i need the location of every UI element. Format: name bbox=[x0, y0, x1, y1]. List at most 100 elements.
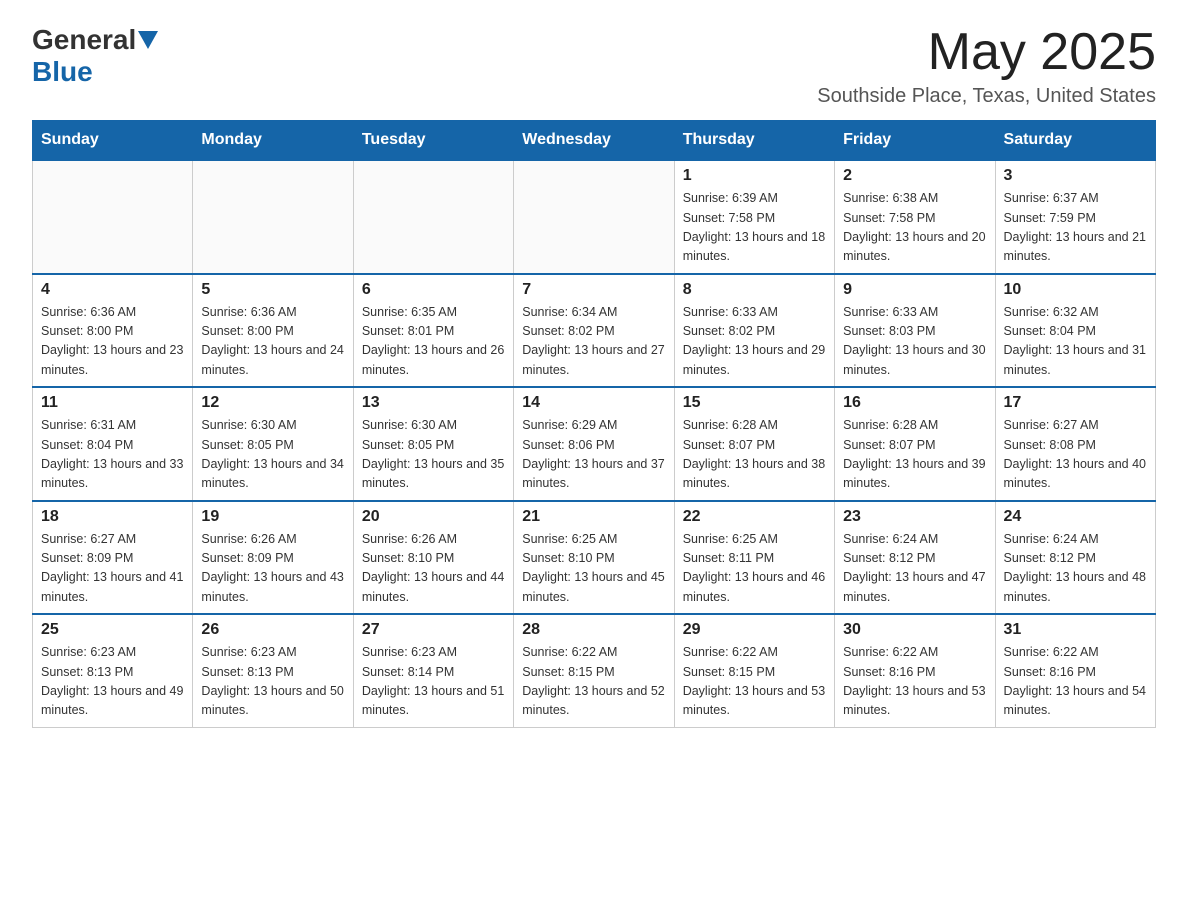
calendar-table: SundayMondayTuesdayWednesdayThursdayFrid… bbox=[32, 120, 1156, 728]
page-header: General Blue May 2025 Southside Place, T… bbox=[32, 24, 1156, 108]
calendar-cell: 27 Sunrise: 6:23 AMSunset: 8:14 PMDayligh… bbox=[353, 614, 513, 727]
calendar-cell: 17Sunrise: 6:27 AMSunset: 8:08 PMDayligh… bbox=[995, 387, 1155, 501]
day-info: Sunrise: 6:34 AMSunset: 8:02 PMDaylight:… bbox=[522, 303, 665, 381]
calendar-cell: 11Sunrise: 6:31 AMSunset: 8:04 PMDayligh… bbox=[33, 387, 193, 501]
day-number: 31 bbox=[1004, 621, 1147, 639]
calendar-cell: 25Sunrise: 6:23 AMSunset: 8:13 PMDayligh… bbox=[33, 614, 193, 727]
day-number: 13 bbox=[362, 394, 505, 412]
day-number: 20 bbox=[362, 508, 505, 526]
day-number: 9 bbox=[843, 281, 986, 299]
day-number: 2 bbox=[843, 167, 986, 185]
calendar-cell: 14 Sunrise: 6:29 AMSunset: 8:06 PMDayligh… bbox=[514, 387, 674, 501]
day-number: 18 bbox=[41, 508, 184, 526]
calendar-cell: 16 Sunrise: 6:28 AMSunset: 8:07 PMDayligh… bbox=[835, 387, 995, 501]
calendar-cell: 21Sunrise: 6:25 AMSunset: 8:10 PMDayligh… bbox=[514, 501, 674, 615]
day-number: 15 bbox=[683, 394, 826, 412]
calendar-cell: 19 Sunrise: 6:26 AMSunset: 8:09 PMDayligh… bbox=[193, 501, 353, 615]
day-info: Sunrise: 6:39 AMSunset: 7:58 PMDaylight:… bbox=[683, 189, 826, 267]
title-block: May 2025 Southside Place, Texas, United … bbox=[817, 24, 1156, 108]
day-info: Sunrise: 6:35 AMSunset: 8:01 PMDaylight:… bbox=[362, 303, 505, 381]
calendar-cell: 15Sunrise: 6:28 AMSunset: 8:07 PMDayligh… bbox=[674, 387, 834, 501]
calendar-cell: 31 Sunrise: 6:22 AMSunset: 8:16 PMDayligh… bbox=[995, 614, 1155, 727]
month-year-title: May 2025 bbox=[817, 24, 1156, 81]
calendar-cell: 22Sunrise: 6:25 AMSunset: 8:11 PMDayligh… bbox=[674, 501, 834, 615]
day-number: 21 bbox=[522, 508, 665, 526]
calendar-cell: 3 Sunrise: 6:37 AMSunset: 7:59 PMDaylight… bbox=[995, 160, 1155, 274]
calendar-cell bbox=[193, 160, 353, 274]
day-number: 6 bbox=[362, 281, 505, 299]
calendar-cell: 9 Sunrise: 6:33 AMSunset: 8:03 PMDaylight… bbox=[835, 274, 995, 388]
calendar-cell: 4 Sunrise: 6:36 AMSunset: 8:00 PMDaylight… bbox=[33, 274, 193, 388]
day-info: Sunrise: 6:26 AMSunset: 8:10 PMDaylight:… bbox=[362, 530, 505, 608]
day-info: Sunrise: 6:26 AMSunset: 8:09 PMDaylight:… bbox=[201, 530, 344, 608]
calendar-cell: 13 Sunrise: 6:30 AMSunset: 8:05 PMDayligh… bbox=[353, 387, 513, 501]
day-number: 14 bbox=[522, 394, 665, 412]
day-info: Sunrise: 6:29 AMSunset: 8:06 PMDaylight:… bbox=[522, 416, 665, 494]
day-number: 26 bbox=[201, 621, 344, 639]
day-number: 5 bbox=[201, 281, 344, 299]
calendar-cell: 30 Sunrise: 6:22 AMSunset: 8:16 PMDayligh… bbox=[835, 614, 995, 727]
day-info: Sunrise: 6:27 AMSunset: 8:09 PMDaylight:… bbox=[41, 530, 184, 608]
calendar-cell: 12Sunrise: 6:30 AMSunset: 8:05 PMDayligh… bbox=[193, 387, 353, 501]
day-info: Sunrise: 6:22 AMSunset: 8:16 PMDaylight:… bbox=[1004, 643, 1147, 721]
day-info: Sunrise: 6:22 AMSunset: 8:16 PMDaylight:… bbox=[843, 643, 986, 721]
day-info: Sunrise: 6:24 AMSunset: 8:12 PMDaylight:… bbox=[1004, 530, 1147, 608]
day-info: Sunrise: 6:37 AMSunset: 7:59 PMDaylight:… bbox=[1004, 189, 1147, 267]
day-info: Sunrise: 6:28 AMSunset: 8:07 PMDaylight:… bbox=[843, 416, 986, 494]
calendar-header-friday: Friday bbox=[835, 121, 995, 161]
calendar-week-row: 4 Sunrise: 6:36 AMSunset: 8:00 PMDaylight… bbox=[33, 274, 1156, 388]
logo-general-text: General bbox=[32, 24, 136, 56]
day-info: Sunrise: 6:32 AMSunset: 8:04 PMDaylight:… bbox=[1004, 303, 1147, 381]
day-number: 1 bbox=[683, 167, 826, 185]
day-info: Sunrise: 6:23 AMSunset: 8:13 PMDaylight:… bbox=[41, 643, 184, 721]
calendar-cell bbox=[514, 160, 674, 274]
day-info: Sunrise: 6:23 AMSunset: 8:13 PMDaylight:… bbox=[201, 643, 344, 721]
calendar-cell: 8Sunrise: 6:33 AMSunset: 8:02 PMDaylight… bbox=[674, 274, 834, 388]
calendar-cell: 18 Sunrise: 6:27 AMSunset: 8:09 PMDayligh… bbox=[33, 501, 193, 615]
location-subtitle: Southside Place, Texas, United States bbox=[817, 85, 1156, 108]
day-number: 29 bbox=[683, 621, 826, 639]
calendar-cell: 2Sunrise: 6:38 AMSunset: 7:58 PMDaylight… bbox=[835, 160, 995, 274]
day-number: 12 bbox=[201, 394, 344, 412]
calendar-header-wednesday: Wednesday bbox=[514, 121, 674, 161]
calendar-cell bbox=[353, 160, 513, 274]
calendar-cell: 23Sunrise: 6:24 AMSunset: 8:12 PMDayligh… bbox=[835, 501, 995, 615]
calendar-cell bbox=[33, 160, 193, 274]
calendar-cell: 7 Sunrise: 6:34 AMSunset: 8:02 PMDaylight… bbox=[514, 274, 674, 388]
day-number: 27 bbox=[362, 621, 505, 639]
day-info: Sunrise: 6:23 AMSunset: 8:14 PMDaylight:… bbox=[362, 643, 505, 721]
day-info: Sunrise: 6:36 AMSunset: 8:00 PMDaylight:… bbox=[41, 303, 184, 381]
calendar-cell: 26 Sunrise: 6:23 AMSunset: 8:13 PMDayligh… bbox=[193, 614, 353, 727]
day-number: 28 bbox=[522, 621, 665, 639]
day-number: 4 bbox=[41, 281, 184, 299]
calendar-header-thursday: Thursday bbox=[674, 121, 834, 161]
calendar-header-sunday: Sunday bbox=[33, 121, 193, 161]
day-info: Sunrise: 6:22 AMSunset: 8:15 PMDaylight:… bbox=[522, 643, 665, 721]
calendar-cell: 5 Sunrise: 6:36 AMSunset: 8:00 PMDaylight… bbox=[193, 274, 353, 388]
day-number: 16 bbox=[843, 394, 986, 412]
day-number: 3 bbox=[1004, 167, 1147, 185]
day-number: 7 bbox=[522, 281, 665, 299]
day-info: Sunrise: 6:33 AMSunset: 8:03 PMDaylight:… bbox=[843, 303, 986, 381]
day-number: 24 bbox=[1004, 508, 1147, 526]
calendar-header-row: SundayMondayTuesdayWednesdayThursdayFrid… bbox=[33, 121, 1156, 161]
calendar-header-monday: Monday bbox=[193, 121, 353, 161]
calendar-header-tuesday: Tuesday bbox=[353, 121, 513, 161]
logo-triangle-icon bbox=[138, 31, 158, 49]
calendar-cell: 1 Sunrise: 6:39 AMSunset: 7:58 PMDaylight… bbox=[674, 160, 834, 274]
calendar-cell: 28 Sunrise: 6:22 AMSunset: 8:15 PMDayligh… bbox=[514, 614, 674, 727]
day-info: Sunrise: 6:30 AMSunset: 8:05 PMDaylight:… bbox=[362, 416, 505, 494]
day-info: Sunrise: 6:36 AMSunset: 8:00 PMDaylight:… bbox=[201, 303, 344, 381]
logo: General Blue bbox=[32, 24, 160, 88]
calendar-cell: 6 Sunrise: 6:35 AMSunset: 8:01 PMDaylight… bbox=[353, 274, 513, 388]
day-number: 23 bbox=[843, 508, 986, 526]
calendar-week-row: 25Sunrise: 6:23 AMSunset: 8:13 PMDayligh… bbox=[33, 614, 1156, 727]
calendar-week-row: 11Sunrise: 6:31 AMSunset: 8:04 PMDayligh… bbox=[33, 387, 1156, 501]
day-number: 11 bbox=[41, 394, 184, 412]
day-number: 19 bbox=[201, 508, 344, 526]
calendar-cell: 29Sunrise: 6:22 AMSunset: 8:15 PMDayligh… bbox=[674, 614, 834, 727]
calendar-cell: 20 Sunrise: 6:26 AMSunset: 8:10 PMDayligh… bbox=[353, 501, 513, 615]
calendar-header-saturday: Saturday bbox=[995, 121, 1155, 161]
calendar-cell: 10Sunrise: 6:32 AMSunset: 8:04 PMDayligh… bbox=[995, 274, 1155, 388]
day-number: 30 bbox=[843, 621, 986, 639]
